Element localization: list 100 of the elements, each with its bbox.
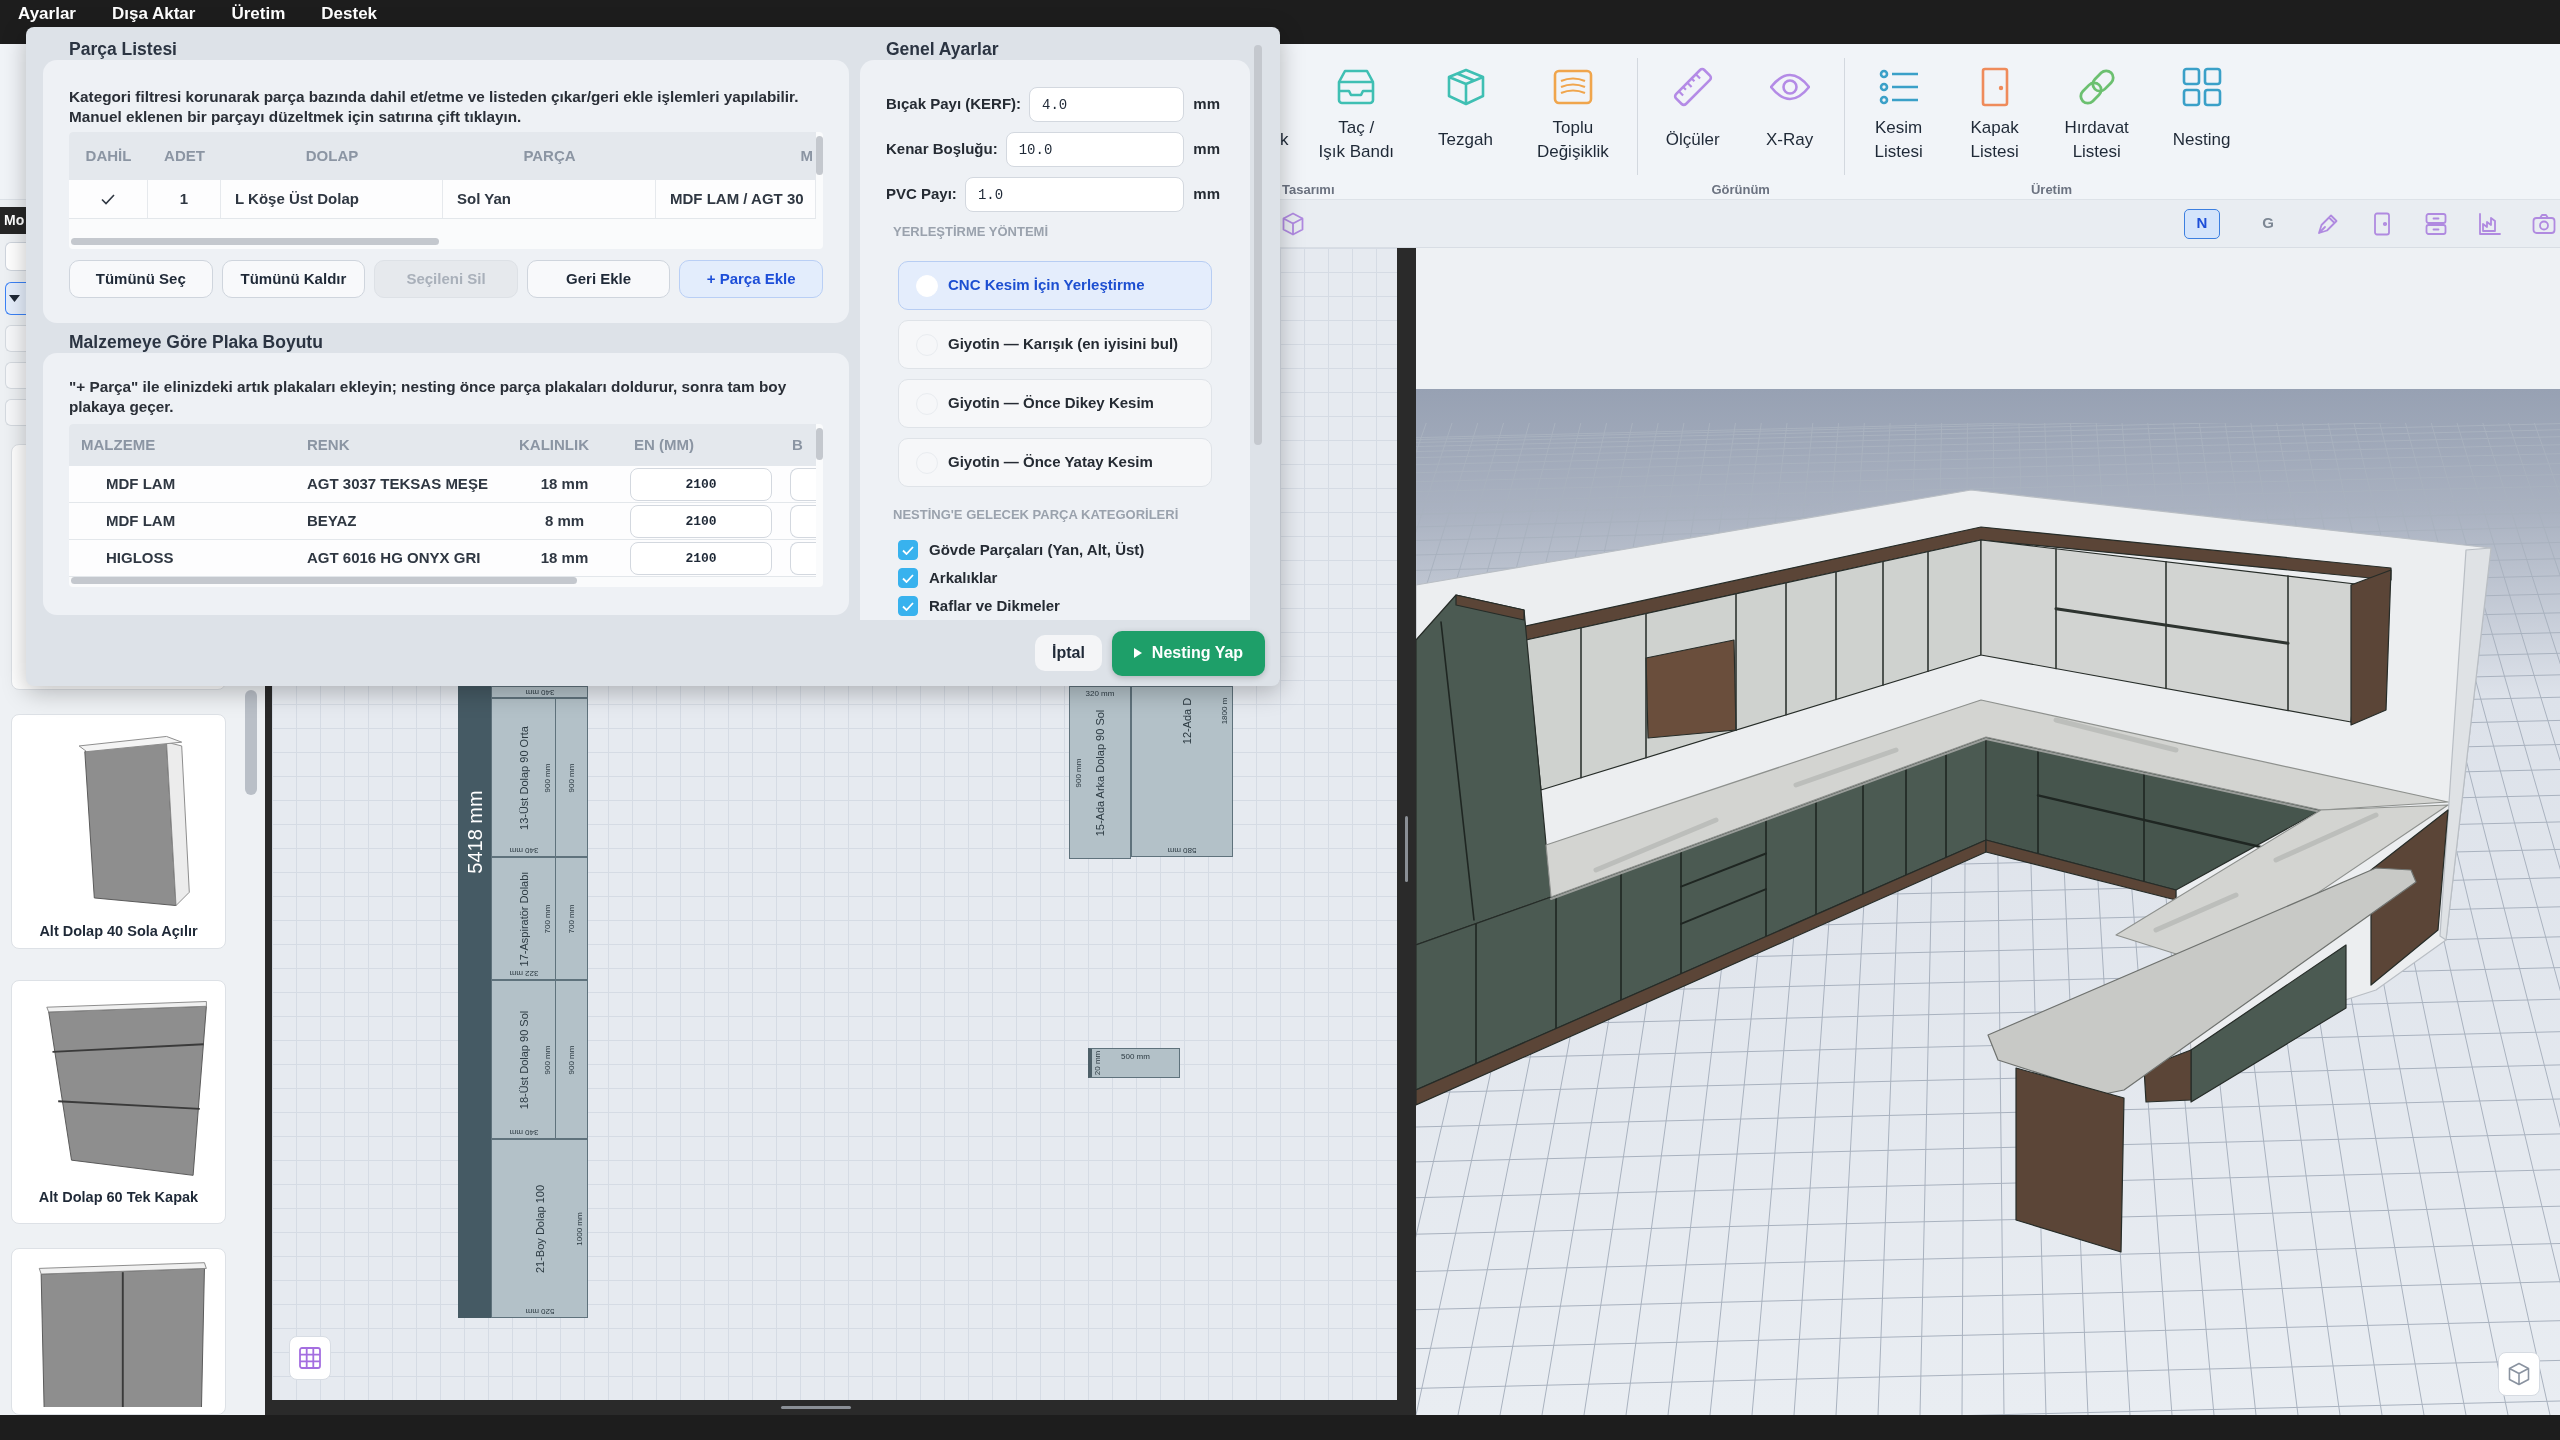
product-card[interactable]: Alt Dolap 60 Tek Kapak bbox=[11, 980, 226, 1224]
restore-button[interactable]: Geri Ekle bbox=[526, 260, 671, 298]
placement-option[interactable]: CNC Kesim İçin Yerleştirme bbox=[898, 261, 1212, 310]
table-row[interactable]: 1 L Köşe Üst Dolap Sol Yan MDF LAM / AGT 30 bbox=[69, 180, 816, 219]
menu-item[interactable]: Destek bbox=[321, 4, 378, 24]
sidebar-button[interactable] bbox=[5, 325, 26, 352]
scrollbar-thumb[interactable] bbox=[816, 136, 823, 175]
table-cell: L Köşe Üst Dolap bbox=[221, 180, 443, 218]
part-label: 12-Ada D bbox=[1181, 697, 1193, 745]
cube-icon[interactable] bbox=[1281, 211, 1305, 236]
view-toggle[interactable]: N bbox=[2184, 208, 2220, 239]
dimension-label: 322 mm bbox=[509, 969, 538, 977]
ribbon-button[interactable]: Toplu Değişiklik bbox=[1522, 44, 1623, 165]
placement-option[interactable]: Giyotin — Karışık (en iyisini bul) bbox=[898, 320, 1212, 369]
scrollbar-thumb[interactable] bbox=[71, 577, 577, 584]
scrollbar-thumb[interactable] bbox=[245, 690, 257, 795]
input-field[interactable]: 2100 bbox=[630, 467, 772, 501]
dimension-label: 5418 mm bbox=[464, 790, 485, 874]
column-header: ADET bbox=[163, 145, 206, 166]
product-title: Alt Dolap 60 Tek Kapak bbox=[38, 1188, 199, 1207]
checkbox[interactable] bbox=[898, 540, 918, 560]
sidebar-header: Mo bbox=[0, 207, 26, 234]
ribbon-button[interactable]: Kapak Listesi bbox=[1954, 44, 2035, 165]
table-row[interactable]: HIGLOSS AGT 6016 HG ONYX GRI 18 mm 2100 bbox=[69, 540, 816, 577]
dimension-label: 900 mm bbox=[1075, 758, 1083, 787]
product-title: Alt Dolap 40 Sola Açılır bbox=[39, 922, 198, 941]
checkbox[interactable] bbox=[898, 568, 918, 588]
cancel-button[interactable]: İptal bbox=[1035, 635, 1102, 671]
dropdown-field[interactable] bbox=[5, 282, 26, 315]
caret-icon bbox=[9, 295, 20, 302]
resize-handle[interactable] bbox=[780, 1406, 851, 1409]
input-field[interactable]: 1.0 bbox=[964, 177, 1185, 212]
ribbon-button[interactable]: Tezgah bbox=[1424, 44, 1507, 165]
chart-icon[interactable] bbox=[2478, 211, 2502, 236]
description-text: Manuel eklenen bir parçayı düzeltmek için satırına çift tıklayın. bbox=[69, 107, 523, 127]
table-row[interactable]: MDF LAM BEYAZ 8 mm 2100 bbox=[69, 503, 816, 540]
link-icon bbox=[2076, 67, 2117, 107]
check-icon bbox=[902, 545, 914, 555]
option-label: CNC Kesim İçin Yerleştirme bbox=[948, 275, 1145, 296]
table-cell: 1 bbox=[148, 180, 221, 218]
checkbox-label: Arkalıklar bbox=[929, 567, 998, 588]
placement-option[interactable]: Giyotin — Önce Dikey Kesim bbox=[898, 379, 1212, 428]
column-header: DOLAP bbox=[304, 145, 360, 166]
search-field[interactable] bbox=[5, 242, 26, 271]
input-field[interactable]: 2100 bbox=[630, 541, 772, 575]
scrollbar-thumb[interactable] bbox=[1254, 45, 1262, 445]
description-text: Kategori filtresi korunarak parça bazında dahil et/etme ve listeden çıkar/geri ekle işlemleri yapılabilir. bbox=[69, 87, 800, 107]
input-field[interactable]: 2100 bbox=[630, 504, 772, 538]
table-cell-text: BEYAZ bbox=[306, 510, 358, 531]
input-field[interactable]: 10.0 bbox=[1005, 132, 1185, 167]
section-title: Malzemeye Göre Plaka Boyutu bbox=[68, 332, 323, 352]
drawer-icon[interactable] bbox=[2424, 211, 2448, 236]
ribbon-group-label: Tasarımı bbox=[1281, 181, 1336, 199]
scrollbar-thumb[interactable] bbox=[816, 428, 823, 460]
menu-item[interactable]: Üretim bbox=[231, 4, 286, 24]
deselect-all-button[interactable]: Tümünü Kaldır bbox=[221, 260, 366, 298]
part-label: 17-Aspiratör Dolabı bbox=[518, 871, 529, 966]
menu-item[interactable]: Dışa Aktar bbox=[111, 4, 196, 24]
column-header: DAHİL bbox=[84, 145, 133, 166]
column-header: PARÇA bbox=[522, 145, 577, 166]
placement-option[interactable]: Giyotin — Önce Yatay Kesim bbox=[898, 438, 1212, 487]
ribbon-button[interactable]: Kesim Listesi bbox=[1858, 44, 1939, 165]
radio-icon bbox=[916, 274, 938, 297]
ribbon-button[interactable]: Ölçüler bbox=[1651, 44, 1734, 165]
ribbon-button[interactable]: Hırdavat Listesi bbox=[2050, 44, 2143, 165]
option-label: Giyotin — Önce Dikey Kesim bbox=[948, 393, 1154, 414]
checkbox[interactable] bbox=[898, 596, 918, 616]
section-title: Genel Ayarlar bbox=[885, 39, 1000, 59]
ribbon-button[interactable]: k bbox=[1280, 44, 1289, 165]
add-part-button[interactable]: + Parça Ekle bbox=[679, 260, 823, 298]
product-card[interactable]: Alt Dolap 40 Sola Açılır bbox=[11, 714, 226, 949]
sidebar-button[interactable] bbox=[5, 399, 26, 426]
dimension-label: 900 mm bbox=[544, 763, 552, 792]
column-header: KALINLIK bbox=[518, 434, 590, 455]
camera-icon[interactable] bbox=[2532, 211, 2556, 236]
menu-item[interactable]: Ayarlar bbox=[18, 4, 76, 24]
select-all-button[interactable]: Tümünü Seç bbox=[69, 260, 213, 298]
product-card[interactable] bbox=[11, 1248, 226, 1415]
grid-toggle-button[interactable] bbox=[289, 1336, 331, 1380]
ribbon-button[interactable]: X-Ray bbox=[1749, 44, 1830, 165]
input-field[interactable] bbox=[790, 467, 816, 501]
field-label: PVC Payı: bbox=[886, 184, 957, 205]
ribbon-button[interactable]: Nesting bbox=[2158, 44, 2245, 165]
scrollbar-thumb[interactable] bbox=[71, 238, 439, 245]
dimension-label: 340 mm bbox=[525, 688, 554, 696]
view-cube-button[interactable] bbox=[2498, 1352, 2540, 1396]
column-header: RENK bbox=[306, 434, 351, 455]
ribbon-button[interactable]: Taç / Işık Bandı bbox=[1304, 44, 1409, 165]
table-cell: Sol Yan bbox=[443, 180, 656, 218]
sidebar-button[interactable] bbox=[5, 362, 26, 389]
table-cell-text: MDF LAM bbox=[105, 473, 177, 494]
input-field[interactable] bbox=[790, 541, 816, 575]
input-field[interactable] bbox=[790, 504, 816, 538]
table-row[interactable]: MDF LAM AGT 3037 TEKSAS MEŞE 18 mm 2100 bbox=[69, 466, 816, 503]
splitter-handle[interactable] bbox=[1405, 816, 1408, 882]
checkbox-label: Gövde Parçaları (Yan, Alt, Üst) bbox=[929, 539, 1145, 560]
dimension-label: 900 mm bbox=[567, 763, 576, 792]
section-label: YERLEŞTİRME YÖNTEMİ bbox=[892, 223, 1050, 241]
column-header: M bbox=[799, 145, 814, 166]
input-field[interactable]: 4.0 bbox=[1029, 87, 1185, 122]
